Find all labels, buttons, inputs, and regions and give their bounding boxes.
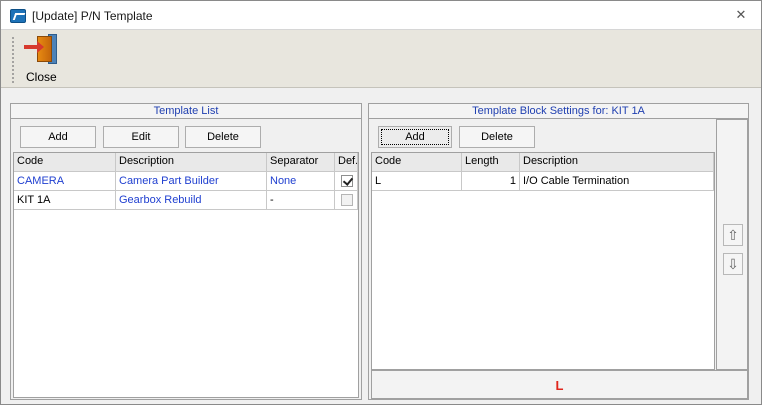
column-header-description[interactable]: Description — [520, 153, 714, 172]
cell-code[interactable]: KIT 1A — [14, 191, 116, 210]
block-settings-panel: Template Block Settings for: KIT 1A Add … — [368, 103, 749, 400]
close-button-label: Close — [26, 70, 57, 84]
cell-description[interactable]: Gearbox Rebuild — [116, 191, 267, 210]
cell-code[interactable]: L — [372, 172, 462, 191]
window-title: [Update] P/N Template — [32, 9, 153, 23]
arrow-down-icon: ⇩ — [727, 256, 739, 272]
pn-template-window: [Update] P/N Template ✕ Close Template L… — [0, 0, 762, 405]
template-grid-header-row: Code Description Separator Def. — [14, 153, 358, 172]
reorder-strip: ⇧ ⇩ — [716, 119, 748, 370]
block-add-button[interactable]: Add — [378, 126, 452, 148]
cell-separator[interactable]: None — [267, 172, 335, 191]
cell-length[interactable]: 1 — [462, 172, 520, 191]
title-bar: [Update] P/N Template ✕ — [1, 1, 761, 30]
column-header-separator[interactable]: Separator — [267, 153, 335, 172]
app-icon — [10, 9, 26, 23]
toolbar: Close — [1, 30, 761, 88]
column-header-code[interactable]: Code — [372, 153, 462, 172]
table-row[interactable]: L 1 I/O Cable Termination — [372, 172, 714, 191]
cell-description[interactable]: I/O Cable Termination — [520, 172, 714, 191]
block-settings-header: Template Block Settings for: KIT 1A — [369, 104, 748, 119]
cell-separator[interactable]: - — [267, 191, 335, 210]
default-checkbox[interactable] — [341, 194, 353, 206]
preview-bar: L — [371, 370, 748, 399]
template-delete-button[interactable]: Delete — [185, 126, 261, 148]
window-close-button[interactable]: ✕ — [734, 8, 748, 22]
column-header-length[interactable]: Length — [462, 153, 520, 172]
column-header-code[interactable]: Code — [14, 153, 116, 172]
default-checkbox[interactable] — [341, 175, 353, 187]
template-list-panel: Template List Add Edit Delete Code Descr… — [10, 103, 362, 400]
arrow-up-icon: ⇧ — [727, 227, 739, 243]
block-grid-header-row: Code Length Description — [372, 153, 714, 172]
cell-default — [335, 172, 358, 191]
template-list-grid: Code Description Separator Def. CAMERA C… — [13, 152, 359, 398]
cell-code[interactable]: CAMERA — [14, 172, 116, 191]
table-row[interactable]: CAMERA Camera Part Builder None — [14, 172, 358, 191]
column-header-description[interactable]: Description — [116, 153, 267, 172]
column-header-default[interactable]: Def. — [335, 153, 358, 172]
cell-default — [335, 191, 358, 210]
table-row[interactable]: KIT 1A Gearbox Rebuild - — [14, 191, 358, 210]
template-add-button[interactable]: Add — [20, 126, 96, 148]
cell-description[interactable]: Camera Part Builder — [116, 172, 267, 191]
block-settings-grid: Code Length Description L 1 I/O Cable Te… — [371, 152, 715, 370]
block-delete-button[interactable]: Delete — [459, 126, 535, 148]
part-number-preview: L — [555, 378, 564, 393]
exit-arrow-icon — [24, 41, 44, 53]
move-up-button[interactable]: ⇧ — [723, 224, 743, 246]
close-button[interactable]: Close — [20, 33, 64, 85]
template-edit-button[interactable]: Edit — [103, 126, 179, 148]
template-list-header: Template List — [11, 104, 361, 119]
toolbar-grip[interactable] — [12, 36, 14, 84]
move-down-button[interactable]: ⇩ — [723, 253, 743, 275]
